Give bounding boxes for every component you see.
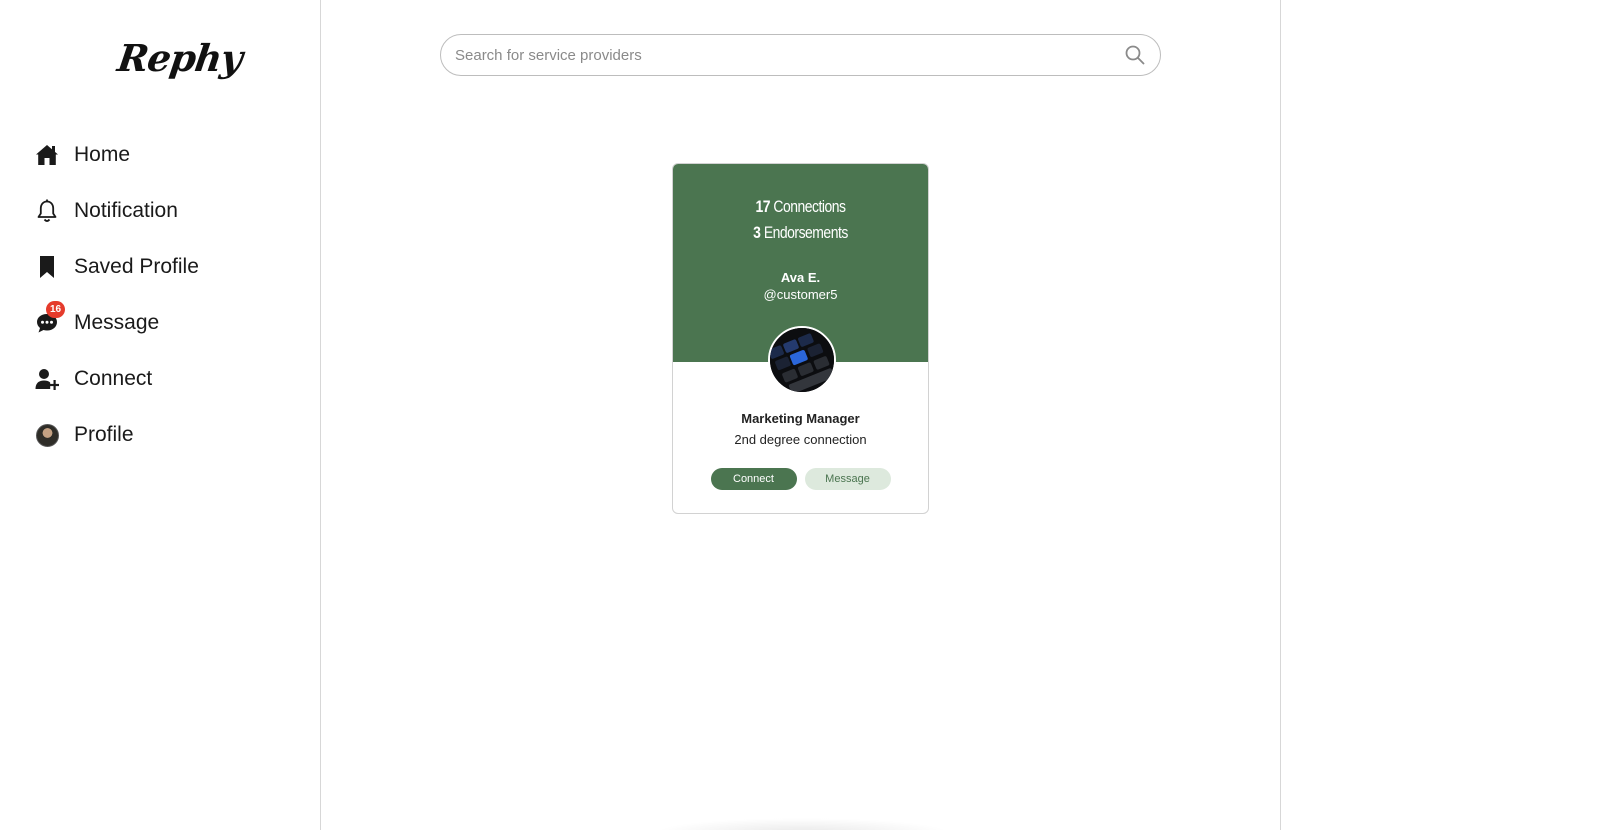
bell-icon (34, 198, 60, 224)
bookmark-icon (34, 254, 60, 280)
main-content: 17 Connections 3 Endorsements Ava E. @cu… (321, 0, 1281, 830)
profile-handle: @customer5 (763, 287, 838, 302)
profile-avatar (34, 422, 60, 448)
message-button[interactable]: Message (804, 468, 891, 490)
sidebar: Rephy Home Notification Saved Profile 16… (0, 0, 321, 830)
profile-card: 17 Connections 3 Endorsements Ava E. @cu… (672, 163, 929, 514)
sidebar-nav: Home Notification Saved Profile 16 Messa… (34, 138, 199, 474)
sidebar-item-label: Saved Profile (74, 255, 199, 278)
search-bar (440, 34, 1161, 76)
logo[interactable]: Rephy (115, 36, 245, 80)
sidebar-item-label: Connect (74, 367, 153, 390)
job-title: Marketing Manager (741, 411, 860, 426)
sidebar-item-connect[interactable]: Connect (34, 362, 199, 396)
sidebar-item-notification[interactable]: Notification (34, 194, 199, 228)
connect-button[interactable]: Connect (710, 468, 797, 490)
search-icon[interactable] (1124, 44, 1146, 66)
home-icon (34, 142, 60, 168)
sidebar-item-saved-profile[interactable]: Saved Profile (34, 250, 199, 284)
connections-stat: 17 Connections (696, 194, 905, 220)
sidebar-item-profile[interactable]: Profile (34, 418, 199, 452)
connections-count: 17 (755, 197, 771, 216)
add-user-icon (34, 366, 60, 392)
bottom-shadow (652, 818, 952, 830)
card-actions: Connect Message (673, 468, 928, 490)
sidebar-item-home[interactable]: Home (34, 138, 199, 172)
sidebar-item-label: Profile (74, 423, 134, 446)
endorsements-stat: 3 Endorsements (696, 220, 905, 246)
sidebar-item-label: Notification (74, 199, 178, 222)
endorsements-label: Endorsements (763, 223, 848, 242)
profile-avatar[interactable] (768, 326, 836, 394)
sidebar-item-message[interactable]: 16 Message (34, 301, 199, 340)
app-root: Rephy Home Notification Saved Profile 16… (0, 0, 1600, 830)
profile-name: Ava E. (780, 270, 821, 285)
search-input[interactable] (455, 46, 1124, 64)
chat-icon: 16 (34, 301, 65, 336)
message-count-badge: 16 (46, 301, 65, 318)
connection-degree: 2nd degree connection (734, 432, 867, 447)
connections-label: Connections (773, 197, 846, 216)
endorsements-count: 3 (753, 223, 761, 242)
sidebar-item-label: Home (74, 143, 131, 166)
sidebar-item-label: Message (74, 311, 160, 334)
